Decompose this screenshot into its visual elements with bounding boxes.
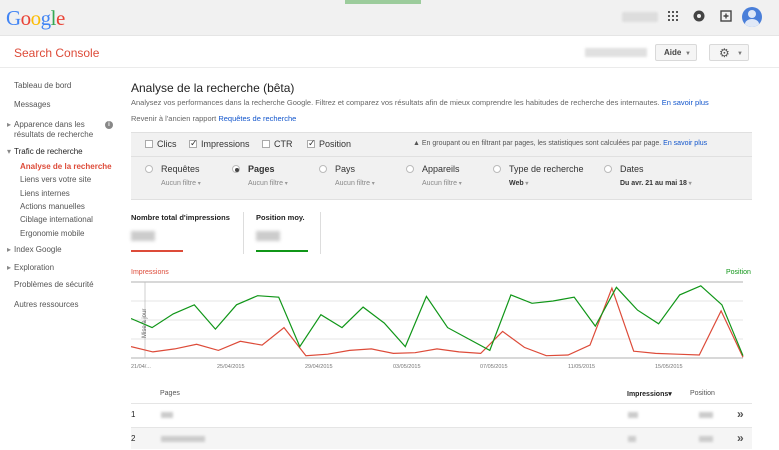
metric-clicks-checkbox[interactable]: Clics [145, 139, 177, 149]
radio-icon [145, 165, 153, 173]
series-line-impressions [131, 286, 744, 358]
impressions-redacted [628, 436, 636, 442]
share-plus-icon[interactable] [719, 10, 733, 24]
x-tick-label: 21/04/... [131, 364, 151, 370]
info-icon[interactable]: i [105, 121, 113, 129]
apps-grid-icon[interactable] [666, 10, 680, 24]
chart-left-axis-label: Impressions [131, 269, 169, 276]
position-value-redacted [256, 231, 280, 241]
main-content: Analyse de la recherche (bêta) Analysez … [122, 68, 779, 450]
chart-right-axis-label: Position [726, 269, 751, 276]
average-position-card[interactable]: Position moy. [256, 212, 320, 256]
sidebar-item-crawl[interactable]: Exploration [7, 263, 54, 273]
site-selector-redacted[interactable] [585, 48, 647, 57]
radio-icon [406, 165, 414, 173]
page-url-redacted [161, 436, 205, 442]
sidebar-item-dashboard[interactable]: Tableau de bord [14, 81, 71, 91]
x-tick-label: 25/04/2015 [217, 364, 245, 370]
search-console-header: Search Console Aide ▼ ⚙ ▼ [0, 36, 779, 68]
impressions-value-redacted [131, 231, 155, 241]
table-row[interactable]: 2 » [131, 427, 752, 449]
radio-selected-icon [232, 165, 240, 173]
table-header-pages[interactable]: Pages [160, 390, 180, 397]
gear-icon: ⚙ [719, 46, 730, 60]
position-redacted [699, 436, 713, 442]
filter-panel: Clics Impressions CTR Position ▲ En grou… [131, 132, 752, 200]
notifications-icon[interactable] [692, 10, 706, 24]
chevron-right-icon[interactable]: » [737, 407, 744, 421]
table-header-position[interactable]: Position [690, 390, 715, 397]
x-tick-label: 07/05/2015 [480, 364, 508, 370]
sidebar-item-search-traffic[interactable]: Trafic de recherche [7, 147, 83, 157]
sidebar: Tableau de bord Messages Apparence dans … [0, 68, 122, 450]
chevron-down-icon: ▼ [737, 51, 743, 57]
checkbox-checked-icon [307, 138, 316, 149]
account-name-redacted [622, 12, 658, 22]
checkbox-icon [145, 140, 153, 148]
sidebar-item-internal-links[interactable]: Liens internes [20, 189, 70, 199]
radio-icon [604, 165, 612, 173]
page-description: Analysez vos performances dans la recher… [131, 98, 709, 107]
queries-filter-dropdown[interactable]: Aucun filtre [161, 180, 201, 187]
old-report-notice: Revenir à l'ancien rapport Requêtes de r… [131, 114, 297, 123]
performance-chart[interactable]: 21/04/... 25/04/2015 29/04/2015 03/05/2015 0… [131, 278, 753, 374]
sidebar-item-other-resources[interactable]: Autres ressources [14, 300, 78, 310]
countries-filter-dropdown[interactable]: Aucun filtre [335, 180, 375, 187]
warning-learn-more-link[interactable]: En savoir plus [663, 140, 707, 147]
x-tick-label: 15/05/2015 [655, 364, 683, 370]
divider [243, 212, 244, 254]
account-avatar-icon[interactable] [742, 7, 762, 27]
sidebar-item-google-index[interactable]: Index Google [7, 245, 62, 255]
pages-filter-dropdown[interactable]: Aucun filtre [248, 180, 288, 187]
x-tick-label: 11/05/2015 [568, 364, 595, 370]
impressions-color-bar [131, 250, 183, 252]
divider [320, 212, 321, 254]
table-header-impressions[interactable]: Impressions▾ [627, 390, 672, 398]
sidebar-item-international-targeting[interactable]: Ciblage international [20, 215, 93, 225]
total-impressions-card[interactable]: Nombre total d'impressions [131, 212, 235, 256]
learn-more-link[interactable]: En savoir plus [662, 98, 709, 107]
divider [131, 156, 752, 157]
position-redacted [699, 412, 713, 418]
series-line-position [131, 285, 744, 356]
impressions-redacted [628, 412, 638, 418]
page-url-redacted [161, 412, 173, 418]
page-title: Analyse de la recherche (bêta) [131, 81, 295, 95]
search-type-dropdown[interactable]: Web [509, 180, 528, 187]
devices-filter-dropdown[interactable]: Aucun filtre [422, 180, 462, 187]
google-logo[interactable]: Google [6, 6, 65, 31]
old-report-link[interactable]: Requêtes de recherche [218, 114, 296, 123]
checkbox-icon [262, 140, 270, 148]
sidebar-item-search-appearance[interactable]: Apparence dans les résultats de recherch… [7, 120, 93, 140]
table-row[interactable]: 1 » [131, 403, 752, 425]
sidebar-item-messages[interactable]: Messages [14, 100, 50, 110]
x-tick-label: 29/04/2015 [305, 364, 333, 370]
metric-impressions-checkbox[interactable]: Impressions [189, 138, 250, 149]
metric-ctr-checkbox[interactable]: CTR [262, 139, 293, 149]
chart-rotated-label: Mise à jour [142, 309, 148, 338]
checkbox-checked-icon [189, 138, 198, 149]
radio-icon [319, 165, 327, 173]
x-tick-label: 03/05/2015 [393, 364, 421, 370]
sidebar-item-search-analytics[interactable]: Analyse de la recherche [20, 162, 112, 172]
sidebar-item-manual-actions[interactable]: Actions manuelles [20, 202, 85, 212]
google-top-bar: Google [0, 0, 779, 36]
date-range-dropdown[interactable]: Du avr. 21 au mai 18 [620, 180, 692, 187]
sidebar-item-links-to-site[interactable]: Liens vers votre site [20, 175, 91, 185]
radio-icon [493, 165, 501, 173]
product-title[interactable]: Search Console [14, 46, 99, 60]
loading-indicator [345, 0, 421, 4]
settings-button[interactable]: ⚙ ▼ [709, 44, 749, 61]
metric-position-checkbox[interactable]: Position [307, 138, 351, 149]
sidebar-item-security-issues[interactable]: Problèmes de sécurité [14, 280, 94, 290]
grouping-warning: ▲ En groupant ou en filtrant par pages, … [413, 140, 708, 147]
chevron-right-icon[interactable]: » [737, 431, 744, 445]
help-button[interactable]: Aide ▼ [655, 44, 697, 61]
warning-icon: ▲ [413, 140, 420, 147]
position-color-bar [256, 250, 308, 252]
sidebar-item-mobile-usability[interactable]: Ergonomie mobile [20, 229, 84, 239]
chevron-down-icon: ▼ [685, 51, 691, 57]
